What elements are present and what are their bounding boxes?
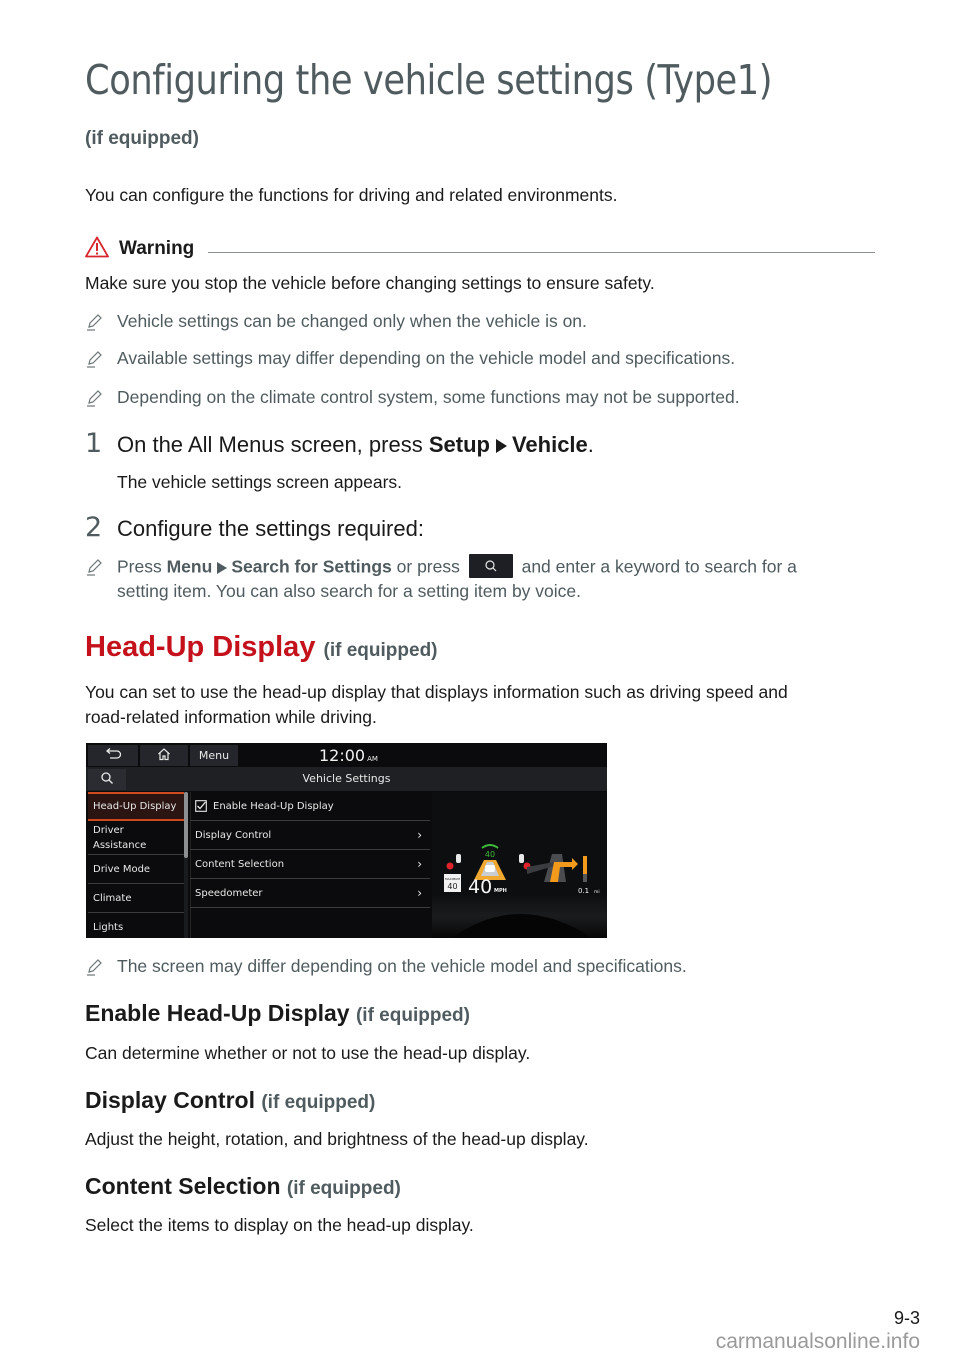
warning-label: Warning <box>119 238 195 259</box>
screen-title: Vehicle Settings <box>302 772 391 785</box>
subsection-desc: Select the items to display on the head-… <box>85 1215 474 1235</box>
chevron-right-icon: › <box>417 886 422 900</box>
blind-spot-left-icon <box>446 854 461 870</box>
if-equipped-label: (if equipped) <box>286 1178 401 1199</box>
warning-header: Warning <box>85 236 875 262</box>
list-item-label: Content Selection <box>195 858 285 870</box>
clock: 12:00 AM <box>319 746 378 765</box>
vehicle-settings-screenshot: Menu 12:00 AM Vehicle Settings Head-Up Di… <box>86 743 607 938</box>
warning-divider <box>208 251 875 253</box>
page-title: Configuring the vehicle settings (Type1) <box>85 56 773 104</box>
hud-preview-graphic: 40 MAXIMUM 40 40 MPH 0.1 mi <box>444 844 600 938</box>
list-item-label: Display Control <box>195 829 272 841</box>
list-item-label: Enable Head-Up Display <box>213 800 334 812</box>
hud-speed: 40 <box>468 876 492 898</box>
vehicle-label: Vehicle <box>511 432 588 457</box>
note-pencil-icon <box>86 958 104 976</box>
subsection-heading-content-selection: Content Selection (if equipped) <box>85 1173 401 1200</box>
note-text: Depending on the climate control system,… <box>117 387 740 407</box>
sidebar-item-head-up-display[interactable]: Head-Up Display <box>88 792 184 821</box>
arrow-right-icon <box>495 439 507 454</box>
step-number: 2 <box>85 512 103 543</box>
subsection-heading-display-control: Display Control (if equipped) <box>85 1087 375 1114</box>
chevron-right-icon: › <box>417 857 422 871</box>
cruise-control-icon <box>481 844 499 849</box>
heading-text: Head-Up Display <box>85 631 316 663</box>
home-button[interactable] <box>140 745 188 766</box>
subsection-desc: Can determine whether or not to use the … <box>85 1043 531 1063</box>
search-button[interactable] <box>88 769 126 790</box>
step-2-text: Configure the settings required: <box>117 516 424 541</box>
subsection-heading-enable-hud: Enable Head-Up Display (if equipped) <box>85 1000 470 1027</box>
step-text: . <box>587 432 594 457</box>
list-item-enable-hud[interactable]: Enable Head-Up Display <box>190 792 430 821</box>
clock-time: 12:00 <box>319 746 366 765</box>
page-subtitle: (if equipped) <box>85 128 199 149</box>
list-item-speedometer[interactable]: Speedometer › <box>190 879 430 908</box>
back-button[interactable] <box>88 745 138 766</box>
heading-text: Display Control <box>85 1087 255 1113</box>
if-equipped-label: (if equipped) <box>261 1092 376 1113</box>
note-text: setting item. You can also search for a … <box>117 581 581 601</box>
nav-distance-unit: mi <box>594 889 600 895</box>
search-icon <box>100 770 114 789</box>
home-icon <box>157 747 171 764</box>
note-pencil-icon <box>86 389 104 407</box>
chevron-right-icon: › <box>417 828 422 842</box>
turn-by-turn-icon <box>527 854 587 882</box>
sidebar-item-climate[interactable]: Climate <box>88 884 184 913</box>
sidebar-item-driver-assistance[interactable]: Driver Assistance <box>88 821 184 855</box>
warning-triangle-icon <box>85 236 109 263</box>
search-note: Press Menu Search for Settings or press a… <box>117 554 797 580</box>
screen-note: The screen may differ depending on the v… <box>117 956 687 976</box>
setup-label: Setup <box>428 432 490 457</box>
subsection-desc: Adjust the height, rotation, and brightn… <box>85 1129 589 1149</box>
cruise-speed: 40 <box>485 850 495 859</box>
heading-text: Content Selection <box>85 1173 281 1199</box>
if-equipped-label: (if equipped) <box>355 1005 470 1026</box>
hud-desc-line1: You can set to use the head-up display t… <box>85 682 788 702</box>
sidebar-scrollbar[interactable] <box>184 792 188 858</box>
note-pencil-icon <box>86 350 104 368</box>
sidebar-item-drive-mode[interactable]: Drive Mode <box>88 855 184 884</box>
warning-text: Make sure you stop the vehicle before ch… <box>85 273 655 293</box>
back-icon <box>104 748 122 763</box>
note-text: or press <box>391 556 465 577</box>
note-pencil-icon <box>86 558 104 576</box>
hud-preview: 40 MAXIMUM 40 40 MPH 0.1 mi <box>432 792 607 938</box>
sidebar-item-lights[interactable]: Lights <box>88 913 184 938</box>
note-pencil-icon <box>86 313 104 331</box>
search-for-settings-label: Search for Settings <box>231 556 392 577</box>
clock-ampm: AM <box>367 755 378 763</box>
hud-desc-line2: road-related information while driving. <box>85 707 377 727</box>
list-item-content-selection[interactable]: Content Selection › <box>190 850 430 879</box>
search-button-icon <box>468 554 513 578</box>
intro-text: You can configure the functions for driv… <box>85 185 618 205</box>
hud-speed-unit: MPH <box>494 888 507 894</box>
note-text: Press <box>117 556 167 577</box>
step-result: The vehicle settings screen appears. <box>117 472 403 492</box>
step-1-text: On the All Menus screen, press Setup Vehi… <box>117 432 594 458</box>
heading-text: Enable Head-Up Display <box>85 1000 350 1026</box>
nav-distance: 0.1 <box>578 887 589 895</box>
step-text: On the All Menus screen, press <box>117 432 429 457</box>
dashboard-curve <box>452 914 592 938</box>
if-equipped-label: (if equipped) <box>323 640 438 661</box>
speed-limit-value: 40 <box>447 882 457 891</box>
note-text: Available settings may differ depending … <box>117 348 736 368</box>
menu-button[interactable]: Menu <box>190 745 238 766</box>
arrow-right-icon <box>217 562 228 574</box>
note-text: Vehicle settings can be changed only whe… <box>117 311 587 331</box>
note-text: and enter a keyword to search for a <box>516 556 797 577</box>
list-item-label: Speedometer <box>195 887 263 899</box>
menu-label: Menu <box>166 556 213 577</box>
watermark: carmanualsonline.info <box>715 1330 920 1353</box>
step-number: 1 <box>85 428 103 459</box>
list-item-display-control[interactable]: Display Control › <box>190 821 430 850</box>
checkbox-checked-icon[interactable] <box>195 800 207 812</box>
section-heading-hud: Head-Up Display (if equipped) <box>85 631 438 664</box>
speed-limit-label: MAXIMUM <box>445 877 460 881</box>
page-number: 9-3 <box>893 1308 920 1328</box>
